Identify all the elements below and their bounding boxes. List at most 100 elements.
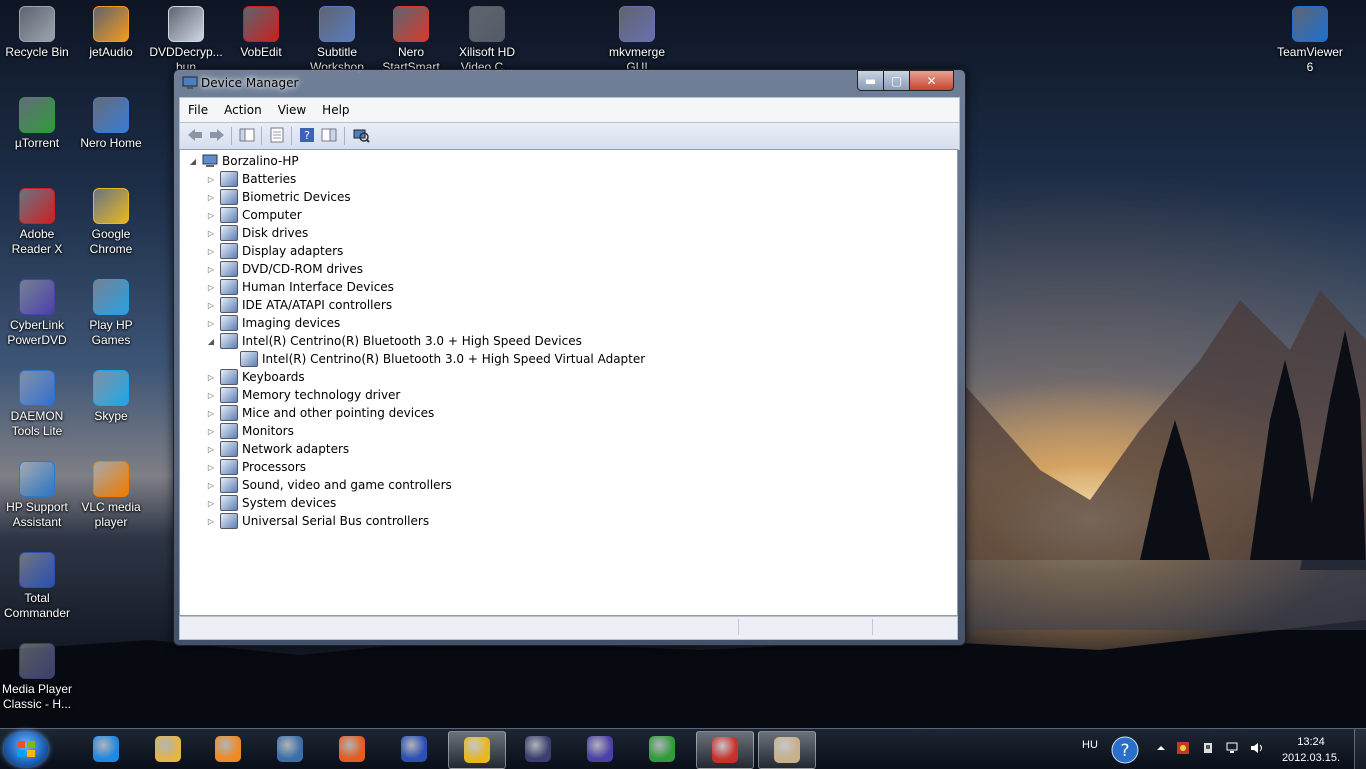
taskbar-app-paint[interactable] <box>758 731 816 769</box>
desktop-icon[interactable]: HP Support Assistant <box>0 455 74 530</box>
desktop-icon[interactable]: µTorrent <box>0 91 74 151</box>
tree-item[interactable]: ▷ Human Interface Devices <box>206 278 394 296</box>
collapse-arrow-icon[interactable]: ◢ <box>206 337 216 346</box>
expand-arrow-icon[interactable]: ▷ <box>206 409 216 418</box>
tree-item[interactable]: ▷ Processors <box>206 458 306 476</box>
minimize-button[interactable]: ▬ <box>857 70 884 91</box>
tree-item[interactable]: ▷ Imaging devices <box>206 314 340 332</box>
menu-help[interactable]: Help <box>314 103 357 117</box>
expand-arrow-icon[interactable]: ▷ <box>206 211 216 220</box>
taskbar-app-toolbox[interactable] <box>696 731 754 769</box>
taskbar-app-hp[interactable] <box>262 731 318 767</box>
desktop-icon[interactable]: mkvmerge GUI <box>600 0 674 75</box>
expand-arrow-icon[interactable]: ▷ <box>206 373 216 382</box>
taskbar-app-powerdvd[interactable] <box>572 731 628 767</box>
expand-arrow-icon[interactable]: ▷ <box>206 481 216 490</box>
desktop-icon[interactable]: Subtitle Workshop <box>300 0 374 75</box>
expand-arrow-icon[interactable]: ▷ <box>206 301 216 310</box>
expand-arrow-icon[interactable]: ▷ <box>206 499 216 508</box>
collapse-arrow-icon[interactable]: ◢ <box>188 157 198 166</box>
desktop-icon[interactable]: Media Player Classic - H... <box>0 637 74 712</box>
expand-arrow-icon[interactable]: ▷ <box>206 427 216 436</box>
expand-arrow-icon[interactable]: ▷ <box>206 463 216 472</box>
language-indicator[interactable]: HU <box>1082 739 1098 751</box>
taskbar-app-internet-explorer[interactable] <box>78 731 134 767</box>
taskbar-app-windows-explorer[interactable] <box>140 731 196 767</box>
tree-item[interactable]: ▷ Biometric Devices <box>206 188 351 206</box>
desktop-icon[interactable]: DVDDecryp... bun <box>149 0 223 75</box>
properties-icon[interactable] <box>268 127 286 143</box>
expand-arrow-icon[interactable]: ▷ <box>206 283 216 292</box>
taskbar-app-total-commander[interactable] <box>386 731 442 767</box>
tree-child-item[interactable]: Intel(R) Centrino(R) Bluetooth 3.0 + Hig… <box>226 350 645 368</box>
desktop-icon[interactable]: Total Commander <box>0 546 74 621</box>
network-status-icon[interactable] <box>1226 741 1240 755</box>
tree-item[interactable]: ▷ Display adapters <box>206 242 343 260</box>
desktop-icon[interactable]: TeamViewer 6 <box>1273 0 1347 75</box>
title-bar[interactable]: Device Manager ▬ ▢ ✕ <box>174 70 965 96</box>
expand-arrow-icon[interactable]: ▷ <box>206 265 216 274</box>
desktop-icon[interactable]: Nero StartSmart <box>374 0 448 75</box>
tree-item[interactable]: ▷ Batteries <box>206 170 296 188</box>
menu-action[interactable]: Action <box>216 103 270 117</box>
expand-arrow-icon[interactable]: ▷ <box>206 517 216 526</box>
desktop-icon[interactable]: Xilisoft HD Video C... <box>450 0 524 75</box>
desktop-icon[interactable]: Nero Home <box>74 91 148 151</box>
tree-item[interactable]: ▷ Monitors <box>206 422 294 440</box>
show-hidden-icons-icon[interactable] <box>1154 741 1168 755</box>
taskbar-app-utorrent[interactable] <box>634 731 690 767</box>
tree-item[interactable]: ▷ Universal Serial Bus controllers <box>206 512 429 530</box>
tree-item[interactable]: ▷ System devices <box>206 494 336 512</box>
help-icon[interactable]: ? <box>298 127 316 143</box>
show-hide-tree-icon[interactable] <box>238 127 256 143</box>
close-button[interactable]: ✕ <box>909 70 954 91</box>
tree-item[interactable]: ▷ IDE ATA/ATAPI controllers <box>206 296 392 314</box>
tree-item[interactable]: ▷ Computer <box>206 206 302 224</box>
tree-item[interactable]: ▷ Memory technology driver <box>206 386 400 404</box>
back-arrow-icon[interactable] <box>186 127 204 143</box>
start-button[interactable] <box>4 731 48 767</box>
taskbar-app-media-player[interactable] <box>200 731 256 767</box>
forward-arrow-icon[interactable] <box>208 127 226 143</box>
desktop-icon[interactable]: Google Chrome <box>74 182 148 257</box>
taskbar-app-media-player-classic[interactable] <box>510 731 566 767</box>
menu-view[interactable]: View <box>270 103 314 117</box>
expand-arrow-icon[interactable]: ▷ <box>206 391 216 400</box>
tree-item[interactable]: ▷ DVD/CD-ROM drives <box>206 260 363 278</box>
desktop-icon[interactable]: Skype <box>74 364 148 424</box>
help-support-icon[interactable]: ? <box>1110 735 1140 765</box>
expand-arrow-icon[interactable]: ▷ <box>206 193 216 202</box>
desktop-icon[interactable]: CyberLink PowerDVD 12 <box>0 273 74 348</box>
scan-hardware-icon[interactable] <box>352 127 370 143</box>
desktop-icon[interactable]: VobEdit <box>224 0 298 60</box>
clock[interactable]: 13:24 2012.03.15. <box>1280 734 1342 766</box>
tree-item[interactable]: ▷ Disk drives <box>206 224 308 242</box>
expand-arrow-icon[interactable]: ▷ <box>206 445 216 454</box>
desktop-icon[interactable]: jetAudio <box>74 0 148 60</box>
expand-arrow-icon[interactable]: ▷ <box>206 247 216 256</box>
maximize-button[interactable]: ▢ <box>883 70 910 91</box>
hid-icon <box>220 279 238 295</box>
tree-item[interactable]: ◢ Intel(R) Centrino(R) Bluetooth 3.0 + Hi… <box>206 332 582 350</box>
tree-item[interactable]: ▷ Keyboards <box>206 368 305 386</box>
taskbar-app-chrome[interactable] <box>448 731 506 769</box>
desktop-icon[interactable]: VLC media player <box>74 455 148 530</box>
safely-remove-icon[interactable] <box>1201 741 1215 755</box>
expand-arrow-icon[interactable]: ▷ <box>206 175 216 184</box>
security-icon[interactable] <box>1176 741 1190 755</box>
volume-icon[interactable] <box>1250 741 1264 755</box>
menu-file[interactable]: File <box>180 103 216 117</box>
expand-arrow-icon[interactable]: ▷ <box>206 229 216 238</box>
desktop-icon[interactable]: Play HP Games <box>74 273 148 348</box>
desktop-icon[interactable]: Adobe Reader X <box>0 182 74 257</box>
tree-root[interactable]: ◢ Borzalino-HP <box>188 152 299 170</box>
taskbar-app-office[interactable] <box>324 731 380 767</box>
desktop-icon[interactable]: DAEMON Tools Lite <box>0 364 74 439</box>
tree-item[interactable]: ▷ Sound, video and game controllers <box>206 476 452 494</box>
tree-item[interactable]: ▷ Mice and other pointing devices <box>206 404 434 422</box>
expand-arrow-icon[interactable]: ▷ <box>206 319 216 328</box>
show-desktop-button[interactable] <box>1354 729 1366 769</box>
desktop-icon[interactable]: Recycle Bin <box>0 0 74 60</box>
tree-item[interactable]: ▷ Network adapters <box>206 440 349 458</box>
action-pane-icon[interactable] <box>320 127 338 143</box>
